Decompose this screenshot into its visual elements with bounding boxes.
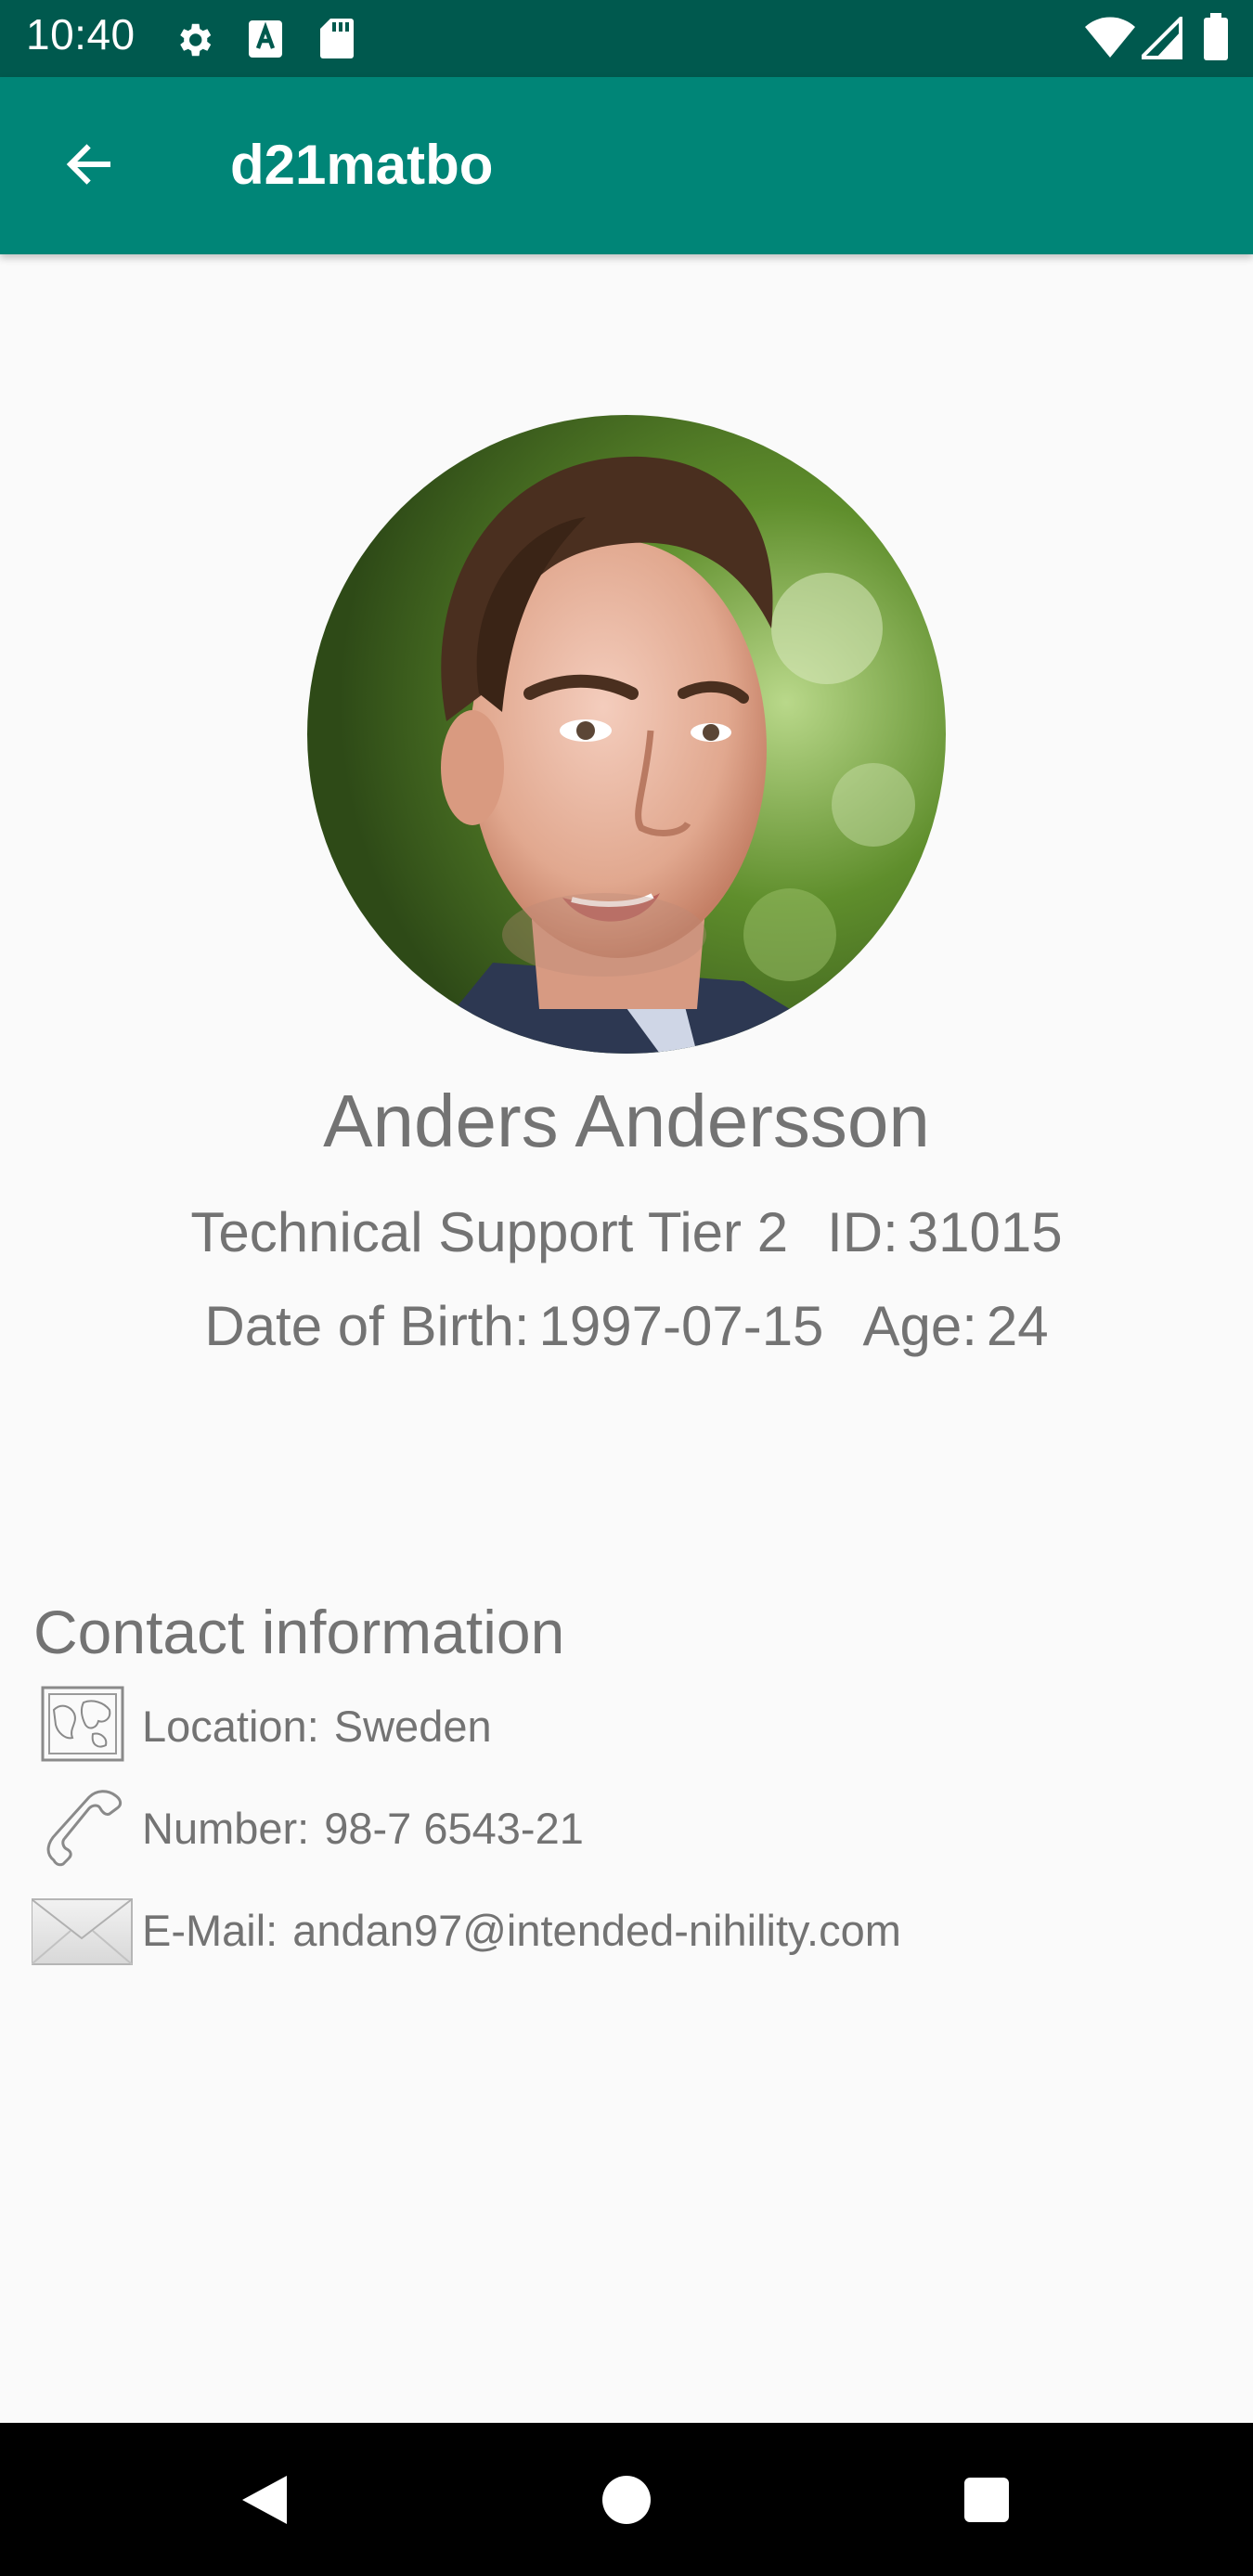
nav-home-button[interactable]	[585, 2460, 668, 2544]
status-bar: 10:40	[0, 0, 1253, 77]
back-button[interactable]	[37, 114, 141, 218]
contact-heading: Contact information	[33, 1598, 565, 1666]
contact-location-row: Location: Sweden	[0, 1682, 1253, 1771]
back-triangle-icon	[239, 2472, 291, 2532]
sd-card-icon	[319, 17, 355, 64]
location-text: Location: Sweden	[142, 1701, 492, 1752]
phone-icon	[32, 1784, 134, 1873]
battery-icon	[1203, 13, 1229, 66]
job-title: Technical Support Tier 2	[190, 1201, 789, 1263]
nav-recents-button[interactable]	[945, 2460, 1028, 2544]
number-label: Number:	[142, 1804, 310, 1853]
home-circle-icon	[601, 2474, 652, 2531]
email-text: E-Mail: andan97@intended-nihility.com	[142, 1905, 901, 1956]
nav-back-button[interactable]	[223, 2460, 306, 2544]
a-letter-icon	[247, 19, 284, 64]
navigation-bar	[0, 2423, 1253, 2576]
email-value[interactable]: andan97@intended-nihility.com	[292, 1906, 901, 1955]
app-bar-title: d21matbo	[230, 134, 494, 196]
profile-photo	[307, 415, 946, 1054]
gear-icon	[173, 19, 215, 66]
location-label: Location:	[142, 1702, 319, 1751]
role-id-row: Technical Support Tier 2 ID: 31015	[0, 1200, 1253, 1264]
dob-age-row: Date of Birth: 1997-07-15 Age: 24	[0, 1294, 1253, 1358]
number-text: Number: 98-7 6543-21	[142, 1803, 584, 1854]
email-label: E-Mail:	[142, 1906, 278, 1955]
contact-email-row: E-Mail: andan97@intended-nihility.com	[0, 1886, 1253, 1975]
employee-id-label: ID:	[827, 1201, 898, 1263]
dob-label: Date of Birth:	[204, 1295, 530, 1357]
signal-icon	[1137, 14, 1182, 64]
status-time: 10:40	[26, 10, 136, 58]
number-value: 98-7 6543-21	[324, 1804, 584, 1853]
employee-id-value: 31015	[907, 1201, 1063, 1263]
map-icon	[32, 1682, 134, 1771]
arrow-left-icon	[61, 136, 117, 197]
wifi-icon	[1084, 17, 1136, 64]
dob-value: 1997-07-15	[538, 1295, 824, 1357]
age-label: Age:	[862, 1295, 977, 1357]
location-value: Sweden	[333, 1702, 492, 1751]
app-bar: d21matbo	[0, 77, 1253, 254]
contact-number-row: Number: 98-7 6543-21	[0, 1784, 1253, 1873]
profile-name: Anders Andersson	[323, 1080, 930, 1162]
envelope-icon	[31, 1886, 134, 1975]
recents-square-icon	[962, 2476, 1011, 2529]
age-value: 24	[986, 1295, 1049, 1357]
